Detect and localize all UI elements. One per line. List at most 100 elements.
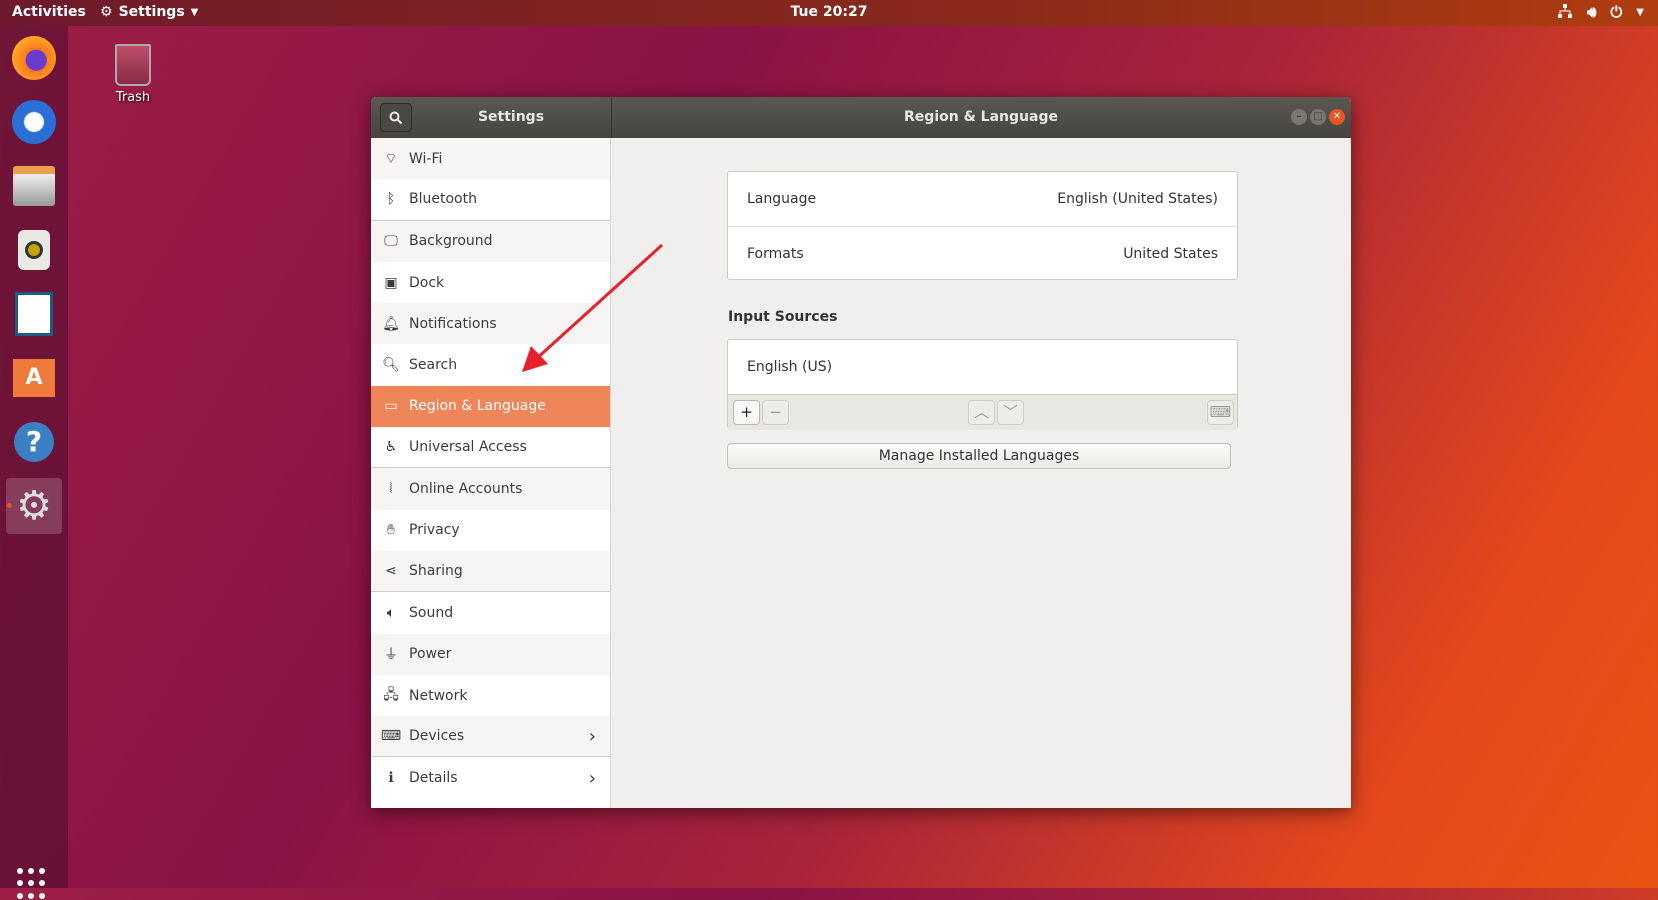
- minimize-button[interactable]: –: [1291, 109, 1307, 125]
- move-up-button[interactable]: ︿: [968, 400, 995, 425]
- sidebar-item-sharing[interactable]: ⋖ Sharing: [371, 550, 610, 593]
- dock-writer[interactable]: [6, 286, 62, 342]
- move-down-button[interactable]: ﹀: [997, 400, 1024, 425]
- header-bar: Settings Region & Language – □ ✕: [371, 97, 1351, 138]
- sidebar-item-label: Privacy: [409, 522, 460, 539]
- remove-input-source-button[interactable]: −: [762, 400, 789, 425]
- online-accounts-icon: ⦚: [389, 481, 393, 498]
- manage-installed-languages-button[interactable]: Manage Installed Languages: [727, 443, 1231, 469]
- sidebar-item-label: Dock: [409, 274, 445, 291]
- network-icon: 🖧︎: [383, 686, 399, 703]
- sidebar-item-notifications[interactable]: 🔔︎ Notifications: [371, 303, 610, 345]
- sidebar: ⌔ Wi-Fi ᛒ Bluetooth 🖵︎ Background ▣ Dock 🔔︎ N…: [371, 138, 611, 808]
- sidebar-item-bluetooth[interactable]: ᛒ Bluetooth: [371, 179, 610, 221]
- sidebar-item-label: Wi-Fi: [409, 150, 443, 167]
- bluetooth-icon: ᛒ: [386, 191, 396, 208]
- close-button[interactable]: ✕: [1329, 109, 1345, 125]
- dropdown-caret-icon: ▼: [1636, 7, 1644, 18]
- bell-icon: 🔔︎: [382, 315, 400, 332]
- search-icon: [389, 111, 403, 124]
- dock: A ? ⚙: [0, 26, 68, 899]
- software-icon: A: [13, 359, 55, 397]
- files-icon: [13, 166, 55, 206]
- trash-icon: [115, 44, 151, 86]
- sidebar-item-region-language[interactable]: ▭ Region & Language: [371, 385, 610, 428]
- sidebar-item-details[interactable]: ℹ Details ›: [371, 757, 610, 798]
- sidebar-item-label: Notifications: [409, 315, 497, 332]
- sidebar-item-network[interactable]: 🖧︎ Network: [371, 675, 610, 716]
- wifi-icon: ⌔: [384, 150, 398, 167]
- sidebar-item-label: Search: [409, 357, 458, 374]
- settings-gear-icon: ⚙: [100, 4, 113, 20]
- thunderbird-icon: [12, 100, 56, 144]
- language-row[interactable]: Language English (United States): [728, 172, 1237, 226]
- sidebar-item-label: Devices: [409, 728, 465, 745]
- firefox-icon: [12, 36, 56, 80]
- sidebar-item-label: Background: [409, 233, 493, 250]
- language-value: English (United States): [1057, 191, 1218, 207]
- network-icon: [1557, 4, 1572, 18]
- chevron-right-icon: ›: [588, 767, 596, 789]
- desktop-trash[interactable]: Trash: [108, 44, 158, 105]
- input-source-row[interactable]: English (US): [728, 340, 1237, 394]
- dropdown-caret-icon: ▼: [190, 6, 199, 18]
- keyboard-icon: ⌨: [1209, 403, 1232, 421]
- add-input-source-button[interactable]: +: [733, 400, 760, 425]
- dock-ubuntu-software[interactable]: A: [6, 350, 62, 406]
- running-indicator: [7, 503, 12, 508]
- dock-settings[interactable]: ⚙: [6, 478, 62, 534]
- dock-help[interactable]: ?: [6, 414, 62, 470]
- background-icon: 🖵︎: [384, 233, 398, 250]
- info-icon: ℹ: [388, 770, 394, 787]
- power-icon: ⏻: [1610, 3, 1623, 21]
- input-sources-toolbar: + − ︿ ﹀ ⌨: [728, 394, 1237, 430]
- dock-icon: ▣: [384, 274, 398, 291]
- sidebar-item-search[interactable]: 🔍︎ Search: [371, 344, 610, 385]
- sidebar-item-label: Sharing: [409, 563, 463, 580]
- language-formats-list: Language English (United States) Formats U…: [727, 171, 1238, 280]
- language-label: Language: [747, 191, 817, 207]
- rhythmbox-icon: [18, 230, 50, 270]
- maximize-button[interactable]: □: [1310, 109, 1326, 125]
- hand-icon: ✋︎: [387, 522, 395, 539]
- input-sources-list: English (US) + − ︿ ﹀ ⌨: [727, 339, 1238, 430]
- sidebar-item-universal-access[interactable]: ♿︎ Universal Access: [371, 427, 610, 469]
- sidebar-item-label: Power: [409, 646, 452, 663]
- sidebar-item-devices[interactable]: ⌨ Devices ›: [371, 716, 610, 758]
- sidebar-item-background[interactable]: 🖵︎ Background: [371, 220, 610, 262]
- app-menu[interactable]: ⚙ Settings ▼: [100, 4, 198, 20]
- dock-firefox[interactable]: [6, 30, 62, 86]
- region-icon: ▭: [384, 398, 398, 415]
- sidebar-item-sound[interactable]: 🔈︎ Sound: [371, 592, 610, 633]
- formats-label: Formats: [747, 245, 804, 262]
- sidebar-item-power[interactable]: ⏚ Power: [371, 633, 610, 675]
- settings-icon: ⚙: [16, 483, 52, 529]
- window-title: Region & Language: [904, 109, 1058, 125]
- sidebar-item-label: Sound: [409, 604, 454, 621]
- app-menu-label: Settings: [118, 4, 185, 20]
- sidebar-item-privacy[interactable]: ✋︎ Privacy: [371, 510, 610, 551]
- power-plug-icon: ⏚: [384, 647, 398, 664]
- formats-row[interactable]: Formats United States: [728, 226, 1237, 280]
- search-button[interactable]: [380, 103, 412, 132]
- writer-icon: [15, 292, 53, 336]
- chevron-right-icon: ›: [588, 725, 596, 747]
- trash-label: Trash: [115, 90, 151, 105]
- input-sources-heading: Input Sources: [728, 309, 838, 325]
- dock-thunderbird[interactable]: [6, 94, 62, 150]
- activities-button[interactable]: Activities: [12, 4, 86, 20]
- clock[interactable]: Tue 20:27: [0, 4, 1658, 20]
- sidebar-item-label: Details: [409, 770, 458, 787]
- show-applications-button[interactable]: [17, 868, 49, 900]
- top-bar: Activities ⚙ Settings ▼ Tue 20:27 🔊︎ ⏻ ▼: [0, 0, 1658, 26]
- speaker-icon: 🔈︎: [386, 604, 396, 621]
- sidebar-item-dock[interactable]: ▣ Dock: [371, 262, 610, 303]
- settings-window: Settings Region & Language – □ ✕ ⌔ Wi-Fi …: [371, 97, 1351, 808]
- sidebar-item-online-accounts[interactable]: ⦚ Online Accounts: [371, 468, 610, 510]
- dock-files[interactable]: [6, 158, 62, 214]
- help-icon: ?: [14, 422, 54, 462]
- sidebar-item-wifi[interactable]: ⌔ Wi-Fi: [371, 138, 610, 180]
- keyboard-layout-button[interactable]: ⌨: [1207, 400, 1234, 425]
- system-tray[interactable]: 🔊︎ ⏻ ▼: [1557, 3, 1644, 23]
- dock-rhythmbox[interactable]: [6, 222, 62, 278]
